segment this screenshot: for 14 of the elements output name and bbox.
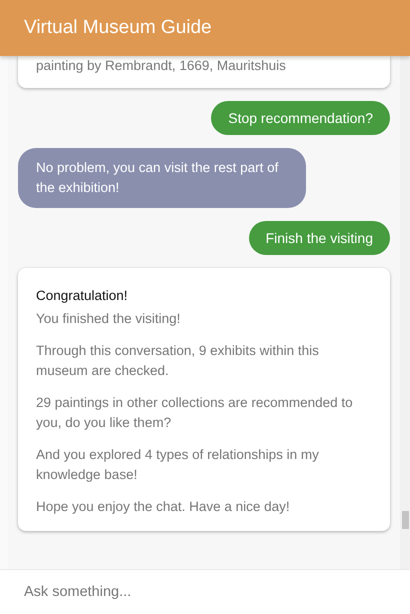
card-text: 29 paintings in other collections are recommended to you, do you like them?	[36, 394, 354, 432]
card-text: And you explored 4 types of relationships in my knowledge base!	[36, 446, 320, 484]
user-message[interactable]: Finish the visiting	[248, 221, 390, 255]
bot-message: No problem, you can visit the rest part of the exhibition!	[18, 148, 306, 208]
card-text: Through this conversation, 9 exhibits within this museum are checked.	[36, 342, 320, 380]
card-text: You finished the visiting!	[36, 310, 182, 328]
card-text: painting by Rembrandt, 1669, Mauritshuis	[36, 57, 287, 75]
scrollbar[interactable]	[400, 56, 410, 569]
scrollbar-thumb[interactable]	[402, 511, 409, 529]
app-title: Virtual Museum Guide	[24, 17, 212, 39]
card-title: Congratulation!	[36, 288, 129, 303]
user-message[interactable]: Stop recommendation?	[211, 101, 390, 135]
card-text: Hope you enjoy the chat. Have a nice day!	[36, 498, 291, 516]
message-input[interactable]: Ask something...	[24, 580, 364, 604]
